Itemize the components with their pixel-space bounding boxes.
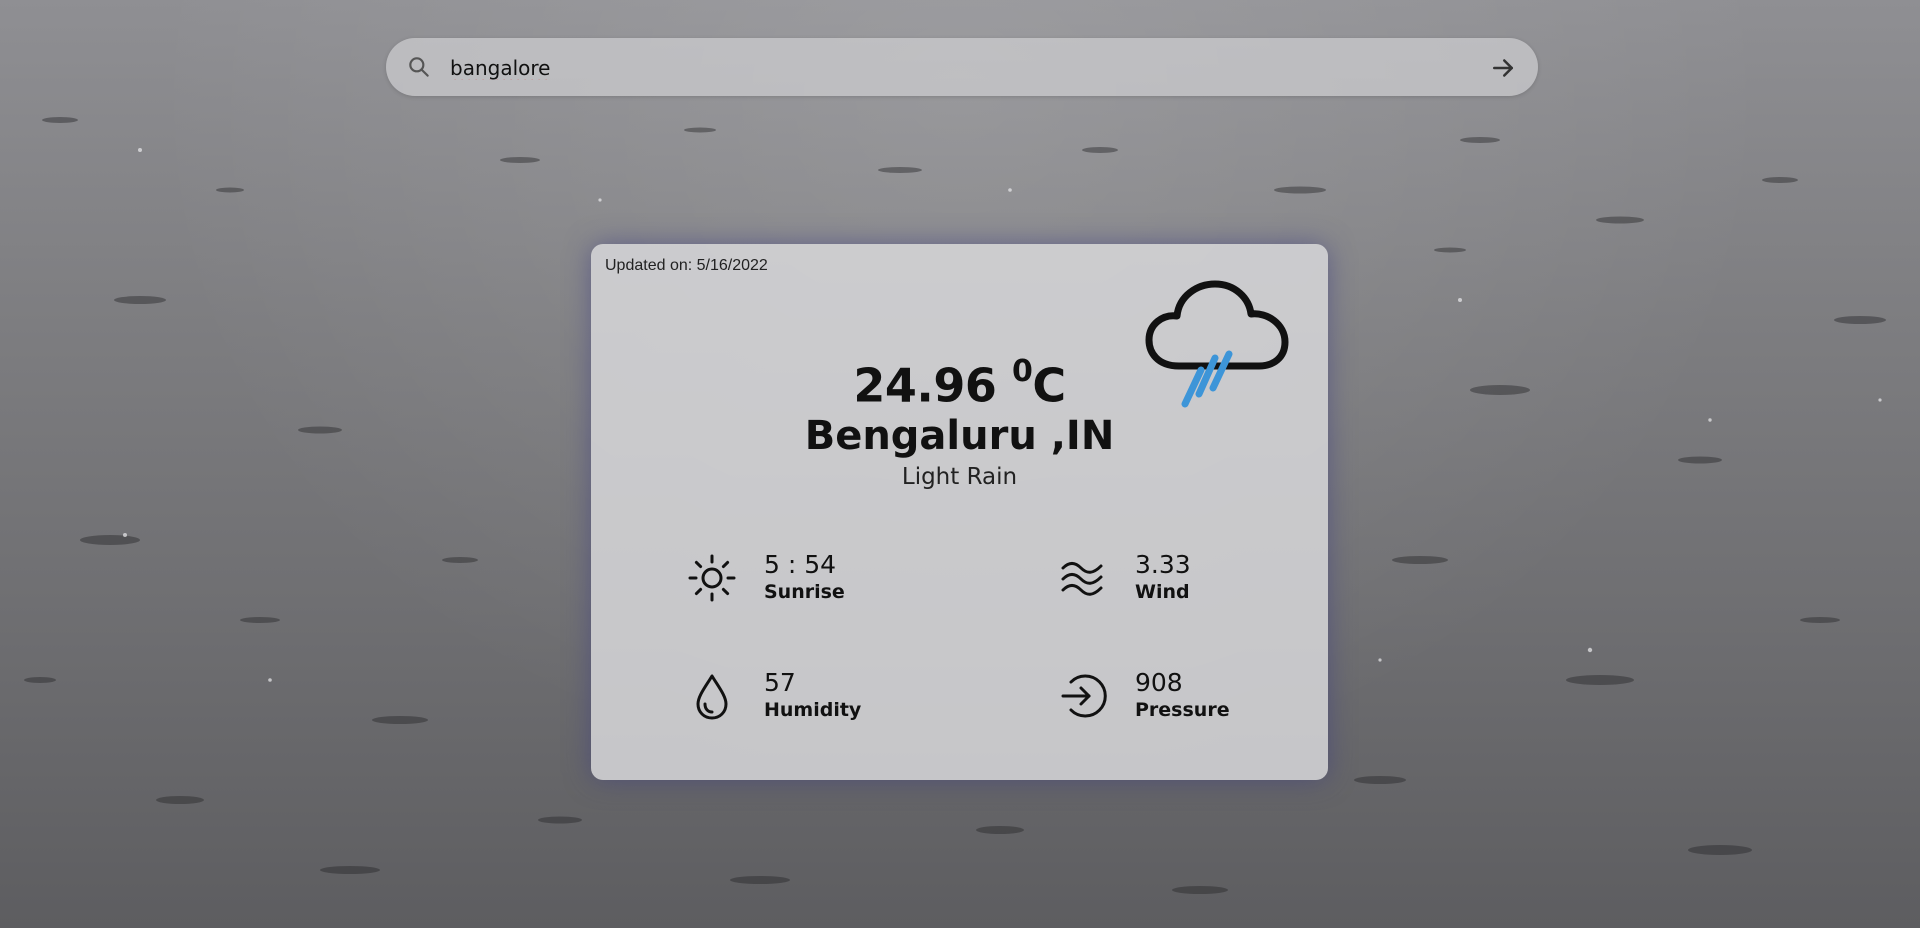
weather-description: Light Rain: [901, 464, 1018, 490]
wind-label: Wind: [1135, 581, 1190, 603]
temperature-degree: 0: [1011, 354, 1033, 389]
weather-card: Updated on: 5/16/2022 24.96 0C Bengaluru…: [591, 244, 1328, 780]
search-icon: [409, 57, 429, 77]
updated-date: Updated on: 5/16/2022: [605, 257, 768, 274]
humidity-label: Humidity: [764, 699, 862, 721]
humidity-value: 57: [764, 668, 796, 697]
arrow-right-icon[interactable]: [1488, 53, 1518, 83]
arrow-circle-icon: [1061, 674, 1107, 718]
temperature: 24.96 0C: [591, 354, 1328, 413]
droplet-icon: [696, 674, 728, 720]
pressure-value: 908: [1135, 668, 1183, 697]
temperature-unit: C: [1032, 358, 1066, 413]
sunrise-label: Sunrise: [764, 581, 845, 603]
temperature-value: 24.96: [853, 358, 997, 413]
wind-value: 3.33: [1135, 550, 1191, 579]
city-name: Bengaluru ,IN: [804, 413, 1115, 459]
sunrise-value: 5 : 54: [764, 550, 837, 579]
sun-icon: [688, 554, 736, 602]
search-input[interactable]: [448, 50, 1432, 86]
pressure-label: Pressure: [1135, 699, 1230, 721]
search-bar[interactable]: [386, 38, 1538, 96]
wind-waves-icon: [1061, 562, 1103, 596]
